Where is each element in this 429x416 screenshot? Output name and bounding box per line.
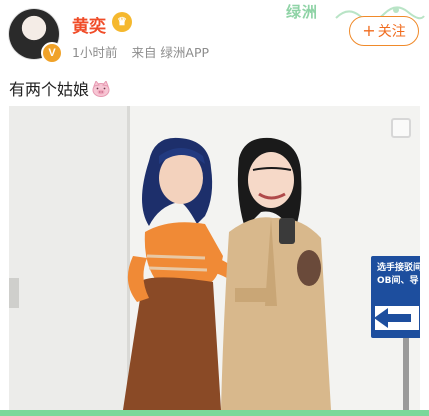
brand-logo: 绿洲 [286, 3, 319, 21]
post-meta: 1小时前 来自 绿洲APP [72, 42, 219, 61]
direction-sign: 选手接驳间 OB间、导 [371, 256, 420, 338]
follow-label: 关注 [377, 24, 406, 40]
vip-crown-icon: ♛ [112, 12, 132, 32]
follow-button[interactable]: + 关注 [349, 16, 419, 46]
post-header: V 黄奕 ♛ 1小时前 来自 绿洲APP 绿洲 + 关注 [0, 0, 429, 68]
post-content: 有两个姑娘 [9, 76, 111, 100]
post-source[interactable]: 来自 绿洲APP [131, 45, 209, 60]
arrow-left-icon [374, 306, 419, 330]
plus-icon: + [362, 21, 376, 40]
post-text: 有两个姑娘 [9, 80, 90, 99]
post-photo[interactable]: 选手接驳间 OB间、导 [9, 106, 420, 410]
sign-line-2: OB间、导 [377, 276, 419, 286]
sign-line-1: 选手接驳间 [377, 263, 420, 273]
pig-face-icon [92, 81, 110, 97]
photo-people [123, 137, 331, 410]
sign-pole [403, 338, 409, 410]
bottom-accent-bar [0, 410, 429, 416]
post-time: 1小时前 [72, 45, 118, 60]
username[interactable]: 黄奕 [72, 12, 106, 37]
multi-image-icon [391, 118, 411, 138]
verified-badge-icon: V [41, 42, 63, 64]
